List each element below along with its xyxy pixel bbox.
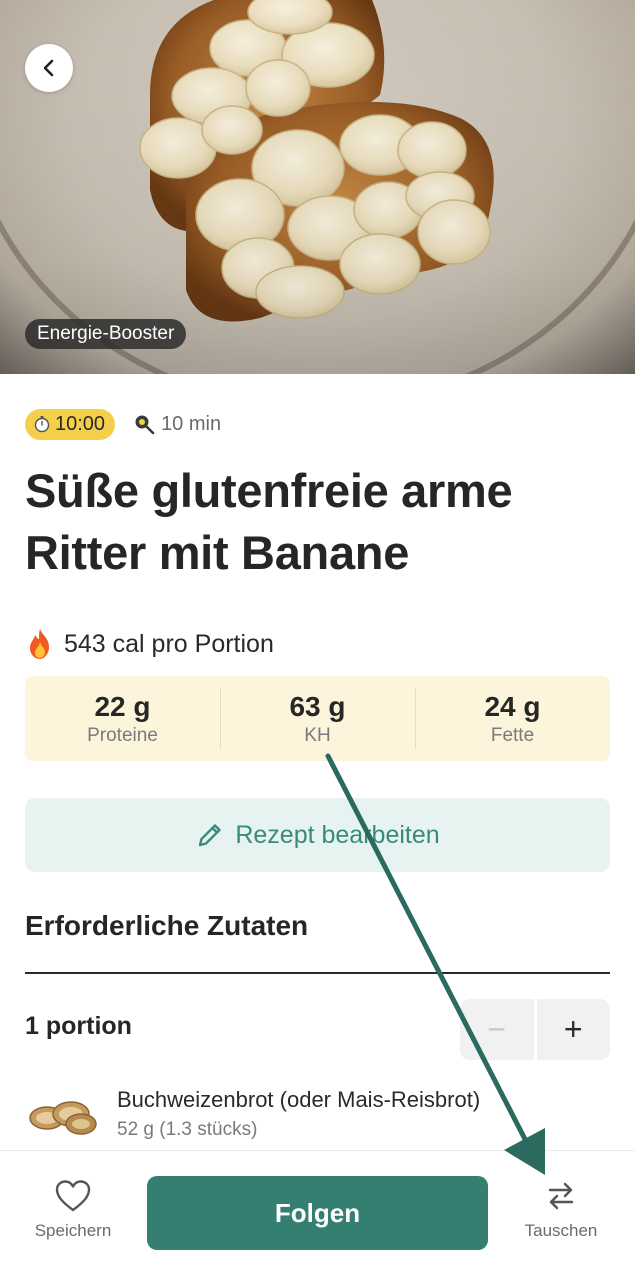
recipe-title-line-1: Süße glutenfreie arme xyxy=(25,464,513,517)
edit-recipe-button[interactable]: Rezept bearbeiten xyxy=(25,798,610,872)
increase-portion-button[interactable]: + xyxy=(536,999,610,1060)
back-button[interactable] xyxy=(25,44,73,92)
portion-label: 1 portion xyxy=(25,1012,132,1040)
chevron-left-icon xyxy=(43,59,54,77)
category-tag: Energie-Booster xyxy=(25,319,187,349)
decrease-portion-button[interactable]: − xyxy=(460,999,534,1060)
prep-time-label: 10 min xyxy=(161,412,222,435)
time-value: 10:00 xyxy=(55,412,106,435)
macro-label: Proteine xyxy=(87,724,158,746)
calories-label: 543 cal pro Portion xyxy=(64,629,274,658)
ingredient-name: Buchweizenbrot (oder Mais-Reisbrot) xyxy=(117,1087,481,1112)
ingredient-quantity: 52 g (1.3 stücks) xyxy=(117,1119,258,1140)
ingredients-heading: Erforderliche Zutaten xyxy=(25,910,309,941)
swap-label: Tauschen xyxy=(524,1221,598,1240)
heart-icon xyxy=(55,1180,91,1212)
frying-pan-icon xyxy=(135,415,155,435)
swap-arrows-icon xyxy=(548,1182,574,1210)
macro-value: 63 g xyxy=(289,690,346,722)
save-button[interactable]: Speichern xyxy=(18,1179,128,1241)
macro-protein: 22 g Proteine xyxy=(25,676,220,761)
save-label: Speichern xyxy=(34,1221,112,1240)
swap-button[interactable]: Tauschen xyxy=(506,1179,616,1241)
recipe-title: Süße glutenfreie arme Ritter mit Banane xyxy=(25,460,615,584)
ingredient-info: Buchweizenbrot (oder Mais-Reisbrot) 52 g… xyxy=(117,1084,480,1144)
recipe-title-line-2: Ritter mit Banane xyxy=(25,526,410,579)
macro-value: 22 g xyxy=(94,690,151,722)
edit-recipe-label: Rezept bearbeiten xyxy=(235,820,440,849)
pencil-icon xyxy=(199,824,222,847)
macro-carbs: 63 g KH xyxy=(220,676,415,761)
fire-icon xyxy=(30,629,49,659)
macro-value: 24 g xyxy=(484,690,541,722)
macro-label: KH xyxy=(304,724,331,746)
recipe-hero-image: Energie-Booster xyxy=(0,0,635,374)
bottom-action-bar: Speichern Folgen Tauschen xyxy=(0,1150,635,1280)
section-divider xyxy=(25,972,610,974)
macros-panel: 22 g Proteine 63 g KH 24 g Fette xyxy=(25,676,610,761)
bread-icon xyxy=(29,1101,97,1135)
portion-stepper: − + xyxy=(460,999,610,1060)
stopwatch-icon xyxy=(34,416,50,433)
calories-row: 543 cal pro Portion xyxy=(25,626,274,662)
time-badge: 10:00 xyxy=(25,408,116,440)
meta-row: 10:00 10 min xyxy=(25,408,221,440)
ingredient-item[interactable]: Buchweizenbrot (oder Mais-Reisbrot) 52 g… xyxy=(25,1084,610,1148)
follow-button[interactable]: Folgen xyxy=(147,1176,488,1250)
macro-label: Fette xyxy=(490,724,535,746)
macro-fat: 24 g Fette xyxy=(415,676,610,761)
prep-time: 10 min xyxy=(133,413,221,436)
ingredient-thumbnail xyxy=(25,1084,99,1144)
